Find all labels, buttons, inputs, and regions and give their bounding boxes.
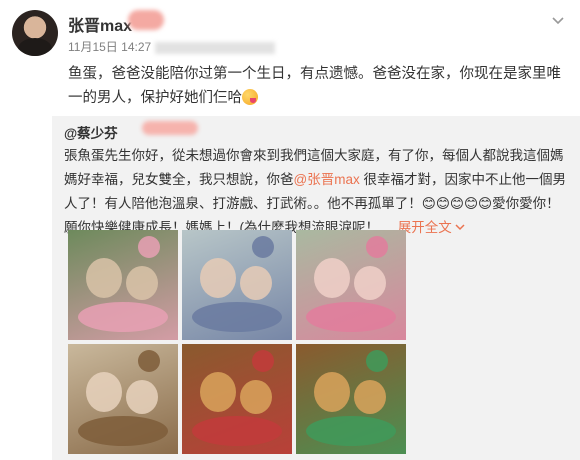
photo-shape [252,350,274,372]
photo-shape [78,416,168,446]
post-time[interactable]: 11月15日 14:27 [68,40,151,54]
photo-shape [192,302,282,332]
chevron-down-icon [455,224,465,231]
blurred-source [155,41,276,54]
photo-grid [68,230,410,456]
photo-shape [366,350,388,372]
author-avatar[interactable] [12,10,58,56]
post-body: 鱼蛋，爸爸没能陪你过第一个生日，有点遗憾。爸爸没在家，你现在是家里唯一的男人，保… [68,66,561,106]
photo-shape [200,372,236,412]
photo-shape [138,350,160,372]
photo-shape [366,236,388,258]
photo-shape [192,416,282,446]
photo-sisters-kiss[interactable] [296,230,406,340]
author-name[interactable]: 张晋max [68,12,132,36]
photo-shape [86,372,122,412]
photo-baby-cake[interactable] [68,344,178,454]
blurred-badge [142,121,198,135]
repost-author[interactable]: @蔡少芬 [64,122,118,142]
photo-shape [138,236,160,258]
post-text: 鱼蛋，爸爸没能陪你过第一个生日，有点遗憾。爸爸没在家，你现在是家里唯一的男人，保… [68,62,568,110]
photo-shape [240,380,272,414]
photo-shape [314,258,350,298]
photo-shape [126,380,158,414]
photo-shape [78,302,168,332]
photo-dinosaur-cake[interactable] [182,344,292,454]
photo-mother-kiss[interactable] [182,230,292,340]
cheeky-emoji-icon [242,89,258,105]
photo-shape [200,258,236,298]
blurred-badge [128,10,164,30]
weibo-post: 张晋max 11月15日 14:27 鱼蛋，爸爸没能陪你过第一个生日，有点遗憾。… [0,0,580,460]
photo-shape [354,380,386,414]
post-meta: 11月15日 14:27 [68,38,276,55]
photo-shape [306,302,396,332]
chevron-down-icon[interactable] [550,12,566,28]
photo-dinosaur-cake-2[interactable] [296,344,406,454]
photo-shape [314,372,350,412]
repost-text: 張魚蛋先生你好，從未想過你會來到我們這個大家庭，有了你，每個人都說我這個媽媽好幸… [64,144,570,240]
photo-shape [240,266,272,300]
repost-card[interactable]: @蔡少芬 張魚蛋先生你好，從未想過你會來到我們這個大家庭，有了你，每個人都說我這… [52,116,580,460]
photo-shape [86,258,122,298]
photo-family-cake[interactable] [68,230,178,340]
photo-shape [252,236,274,258]
photo-shape [306,416,396,446]
mention-link[interactable]: @张晋max [294,172,360,187]
photo-shape [354,266,386,300]
photo-shape [126,266,158,300]
